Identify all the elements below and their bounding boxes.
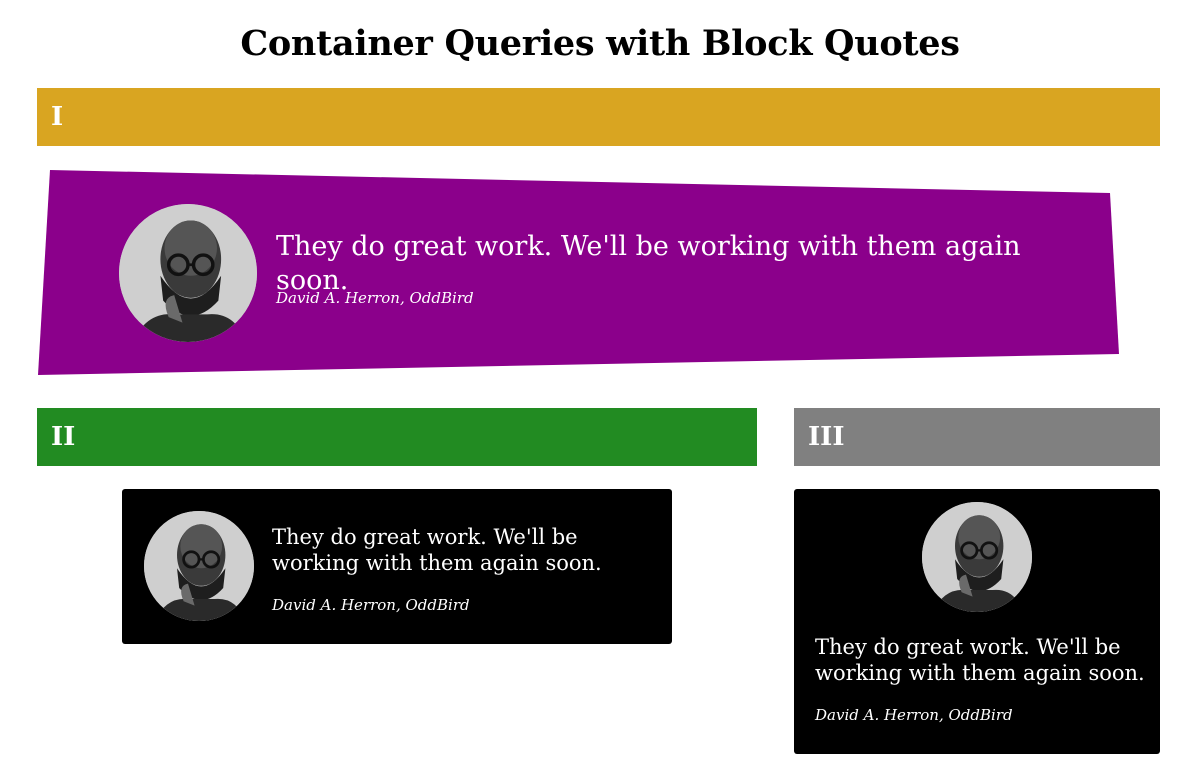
person-portrait-icon — [119, 204, 257, 342]
section-label: III — [808, 422, 845, 452]
blockquote-narrow: They do great work. We'll be working wit… — [794, 489, 1160, 754]
person-portrait-icon — [922, 502, 1032, 612]
quote-citation: David A. Herron, OddBird — [815, 706, 1013, 724]
quote-citation: David A. Herron, OddBird — [276, 289, 474, 307]
page-title: Container Queries with Block Quotes — [240, 23, 960, 64]
section-header-1: I — [37, 88, 1160, 146]
avatar — [144, 511, 254, 621]
section-header-3: III — [794, 408, 1160, 466]
section-header-2: II — [37, 408, 757, 466]
section-label: I — [51, 102, 64, 132]
avatar — [119, 204, 257, 342]
quote-text: They do great work. We'll be working wit… — [272, 525, 602, 575]
blockquote-medium: They do great work. We'll be working wit… — [122, 489, 672, 644]
blockquote-wide: They do great work. We'll be working wit… — [36, 168, 1122, 378]
quote-text: They do great work. We'll be working wit… — [815, 635, 1145, 685]
avatar — [922, 502, 1032, 612]
person-portrait-icon — [144, 511, 254, 621]
section-label: II — [51, 422, 76, 452]
quote-citation: David A. Herron, OddBird — [272, 596, 470, 614]
